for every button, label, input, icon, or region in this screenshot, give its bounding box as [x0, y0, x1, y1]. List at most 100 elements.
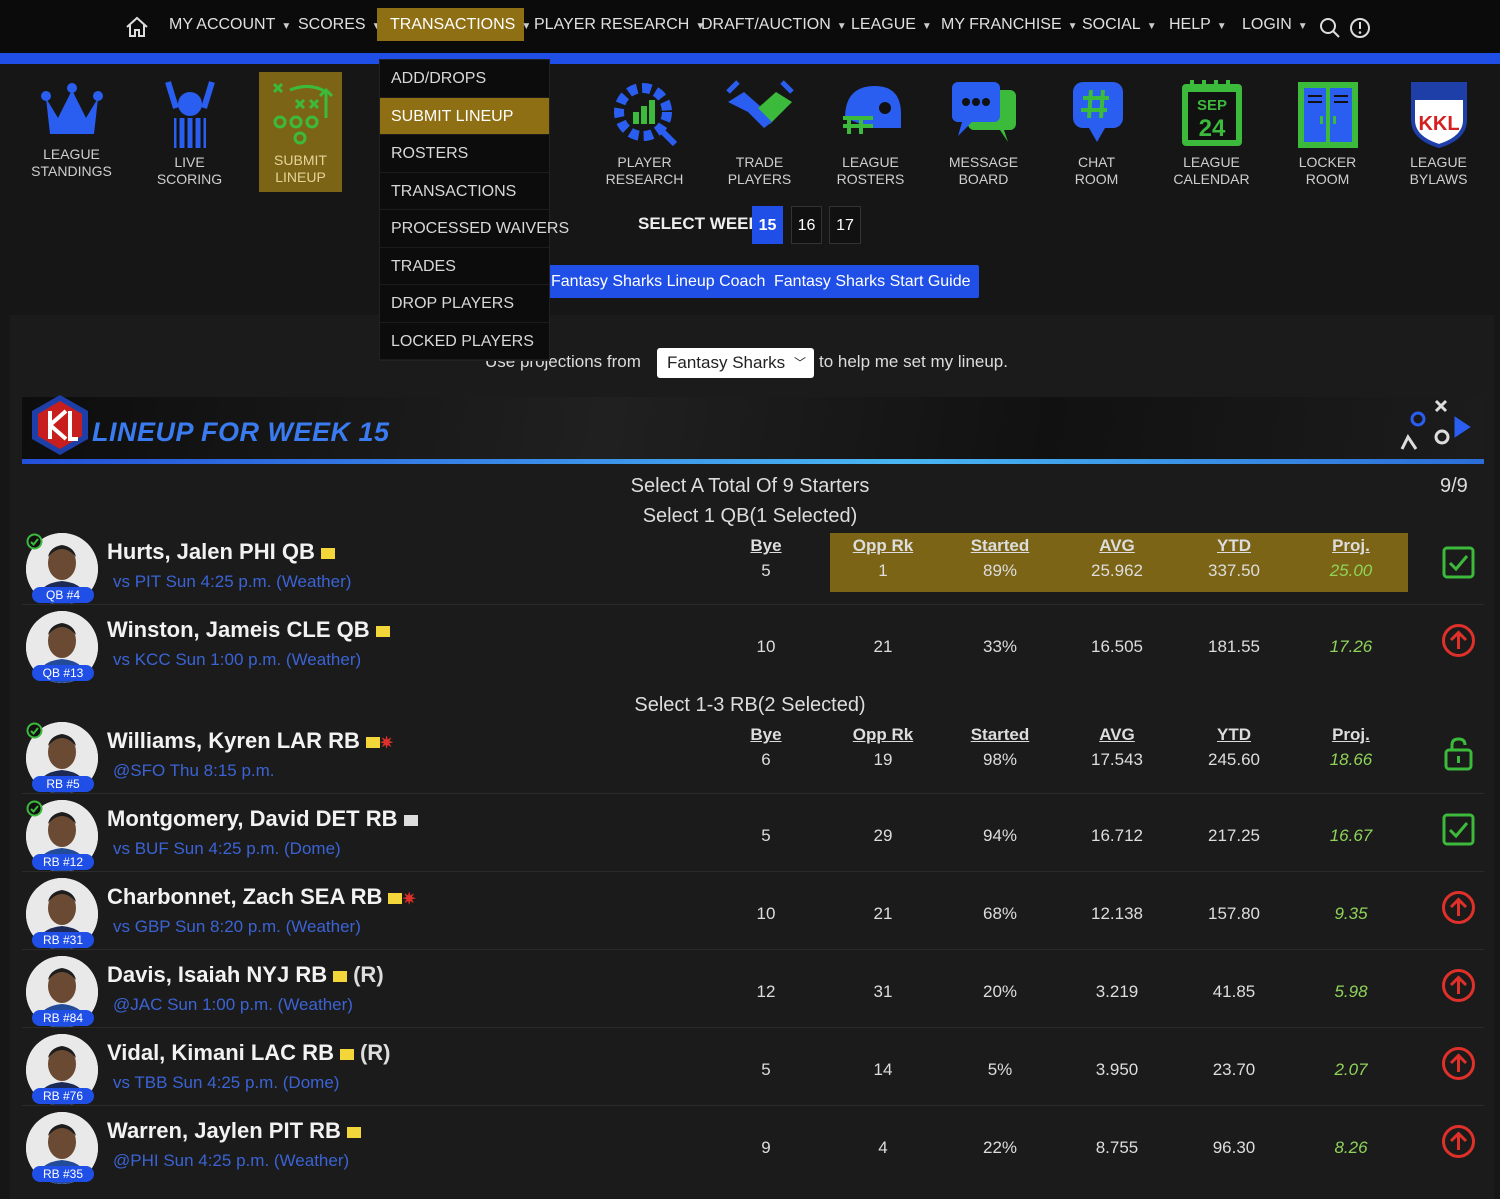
nav-transactions[interactable]: TRANSACTIONS ▼ [377, 8, 531, 41]
promote-icon[interactable] [1441, 1046, 1476, 1081]
projections-suffix: to help me set my lineup. [819, 352, 1008, 371]
tile-message-board[interactable]: MESSAGE BOARD [936, 72, 1031, 192]
tile-label: LEAGUE STANDINGS [31, 146, 112, 179]
lock-icon[interactable] [1441, 736, 1476, 771]
menu-item-drop-players[interactable]: DROP PLAYERS [380, 285, 549, 323]
top-nav: MY ACCOUNT▼ SCORES▼ TRANSACTIONS▼ PLAYER… [0, 0, 1500, 53]
week-option-15[interactable]: 15 [752, 206, 783, 244]
nav-help[interactable]: HELP ▼ [1162, 8, 1234, 41]
player-name[interactable]: Hurts, Jalen PHI QB [107, 539, 335, 565]
tile-league-rosters[interactable]: LEAGUE ROSTERS [823, 72, 918, 192]
news-note-icon[interactable] [388, 892, 403, 904]
menu-item-locked-players[interactable]: LOCKED PLAYERS [380, 323, 549, 360]
player-name[interactable]: Warren, Jaylen PIT RB [107, 1118, 361, 1144]
rookie-tag: (R) [353, 962, 384, 987]
player-name[interactable]: Montgomery, David DET RB [107, 806, 418, 832]
news-note-icon[interactable] [346, 1126, 361, 1138]
menu-item-rosters[interactable]: ROSTERS [380, 135, 549, 173]
start-guide-button[interactable]: Fantasy Sharks Start Guide [766, 265, 979, 298]
promote-icon[interactable] [1441, 623, 1476, 658]
helmet-icon [842, 86, 901, 134]
player-rank-badge: RB #5 [32, 776, 94, 792]
week-option-17[interactable]: 17 [829, 206, 861, 244]
caret-down-icon: ▼ [921, 21, 932, 32]
nav-label: LEAGUE [851, 16, 916, 33]
menu-item-processed-waivers[interactable]: PROCESSED WAIVERS [380, 210, 569, 248]
player-name[interactable]: Williams, Kyren LAR RB ✷ [107, 728, 393, 754]
tile-league-bylaws[interactable]: KKL LEAGUE BYLAWS [1391, 72, 1486, 192]
nav-my-franchise[interactable]: MY FRANCHISE ▼ [934, 8, 1085, 41]
tile-submit-lineup[interactable]: SUBMIT LINEUP [259, 72, 342, 192]
news-note-icon[interactable] [320, 547, 335, 559]
chat-bubbles-icon [951, 82, 1016, 142]
nav-league[interactable]: LEAGUE ▼ [844, 8, 939, 41]
news-note-icon[interactable] [333, 970, 348, 982]
player-row: RB #35 Warren, Jaylen PIT RB @PHI Sun 4:25… [0, 1106, 1500, 1184]
player-rank-badge: QB #13 [32, 665, 94, 681]
player-game-info[interactable]: vs PIT Sun 4:25 p.m. (Weather) [113, 572, 351, 592]
tile-trade-players[interactable]: TRADE PLAYERS [712, 72, 807, 192]
news-note-icon[interactable] [339, 1048, 354, 1060]
player-name[interactable]: Winston, Jameis CLE QB [107, 617, 390, 643]
player-game-info[interactable]: @SFO Thu 8:15 p.m. [113, 761, 275, 781]
player-game-info[interactable]: @JAC Sun 1:00 p.m. (Weather) [113, 995, 353, 1015]
player-row: RB #5 Williams, Kyren LAR RB ✷ @SFO Thu 8:1… [0, 716, 1500, 794]
nav-social[interactable]: SOCIAL ▼ [1075, 8, 1164, 41]
nav-label: PLAYER RESEARCH [534, 16, 690, 33]
player-name[interactable]: Charbonnet, Zach SEA RB ✷ [107, 884, 416, 910]
stat-started: 98% [982, 750, 1018, 769]
lineup-coach-button[interactable]: Fantasy Sharks Lineup Coach [543, 265, 774, 298]
menu-item-submit-lineup[interactable]: SUBMIT LINEUP [380, 97, 549, 135]
player-game-info[interactable]: vs GBP Sun 8:20 p.m. (Weather) [113, 917, 361, 937]
home-icon[interactable] [125, 16, 149, 38]
stat-bye: 5 [761, 561, 771, 580]
promote-icon[interactable] [1441, 968, 1476, 1003]
news-note-icon[interactable] [403, 814, 418, 826]
nav-draft-auction[interactable]: DRAFT/AUCTION ▼ [694, 8, 854, 41]
tile-label: SUBMIT LINEUP [274, 152, 327, 185]
tile-locker-room[interactable]: LOCKER ROOM [1280, 72, 1375, 192]
week-label: SELECT WEEK: [638, 214, 767, 233]
player-game-info[interactable]: @PHI Sun 4:25 p.m. (Weather) [113, 1151, 349, 1171]
nav-my-account[interactable]: MY ACCOUNT ▼ [162, 8, 298, 41]
player-name[interactable]: Davis, Isaiah NYJ RB (R) [107, 962, 384, 988]
menu-item-transactions[interactable]: TRANSACTIONS [380, 173, 549, 210]
referee-icon [164, 81, 215, 148]
stat-bye: 9 [761, 1138, 771, 1157]
player-game-info[interactable]: vs KCC Sun 1:00 p.m. (Weather) [113, 650, 361, 670]
tile-player-research[interactable]: PLAYER RESEARCH [597, 72, 692, 192]
menu-item-add-drops[interactable]: ADD/DROPS [380, 60, 549, 98]
stat-proj: 5.98 [1334, 982, 1368, 1001]
player-name[interactable]: Vidal, Kimani LAC RB (R) [107, 1040, 391, 1066]
stat-bye: 10 [756, 637, 776, 656]
projections-select[interactable]: Fantasy Sharks ﹀ [657, 348, 814, 378]
tile-label: LEAGUE BYLAWS [1409, 154, 1468, 187]
nav-login[interactable]: LOGIN ▼ [1235, 8, 1315, 41]
alert-icon[interactable] [1349, 17, 1371, 39]
player-game-info[interactable]: vs TBB Sun 4:25 p.m. (Dome) [113, 1073, 339, 1093]
tile-league-standings[interactable]: LEAGUE STANDINGS [24, 72, 119, 192]
tile-league-calendar[interactable]: SEP 24 LEAGUE CALENDAR [1164, 72, 1259, 192]
caret-down-icon: ▼ [281, 21, 292, 32]
week-option-16[interactable]: 16 [791, 206, 822, 244]
promote-icon[interactable] [1441, 890, 1476, 925]
svg-text:24: 24 [1198, 115, 1225, 142]
tile-label: MESSAGE BOARD [948, 154, 1019, 187]
menu-item-trades[interactable]: TRADES [380, 248, 549, 285]
handshake-icon [725, 80, 794, 128]
stat-bye: 5 [761, 826, 771, 845]
nav-scores[interactable]: SCORES▼ [291, 8, 388, 41]
stat-ytd: 157.80 [1208, 904, 1260, 923]
news-note-icon[interactable] [365, 736, 380, 748]
player-name-text: Williams, Kyren LAR RB [107, 728, 360, 753]
news-note-icon[interactable] [375, 625, 390, 637]
promote-icon[interactable] [1441, 1124, 1476, 1159]
tile-chat-room[interactable]: CHAT ROOM [1049, 72, 1144, 192]
checked-icon[interactable] [1441, 812, 1476, 847]
stat-proj: 8.26 [1334, 1138, 1368, 1157]
tile-live-scoring[interactable]: LIVE SCORING [142, 72, 237, 192]
player-game-info[interactable]: vs BUF Sun 4:25 p.m. (Dome) [113, 839, 341, 859]
checked-icon[interactable] [1441, 545, 1476, 580]
nav-player-research[interactable]: PLAYER RESEARCH ▼ [527, 8, 712, 41]
search-icon[interactable] [1319, 17, 1341, 39]
